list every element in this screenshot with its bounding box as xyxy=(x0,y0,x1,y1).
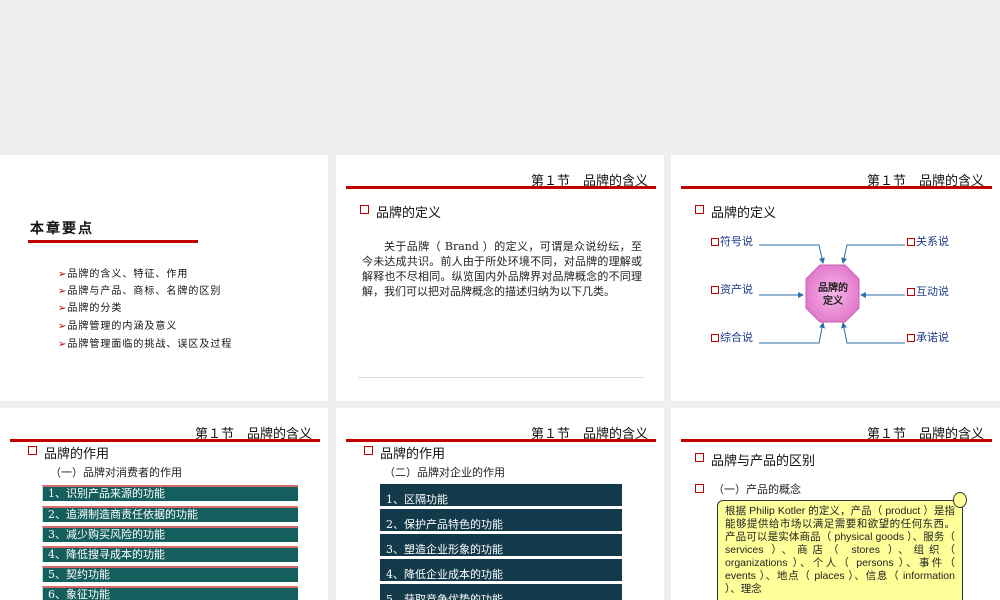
slide-brand-role-enterprise[interactable]: 第１节 品牌的含义 品牌的作用 （二）品牌对企业的作用 1、区隔功能 2、保护产… xyxy=(336,408,664,600)
definition-paragraph: 关于品牌（ Brand ）的定义，可谓是众说纷纭，至今未达成共识。前人由于所处环… xyxy=(362,240,642,298)
function-item: 5、获取竞争优势的功能 xyxy=(380,584,622,600)
bullet-item: ➢品牌管理面临的挑战、误区及过程 xyxy=(58,339,233,350)
section-heading: 品牌的定义 xyxy=(376,206,442,221)
arrow-icon: ➢ xyxy=(58,321,68,332)
product-definition-text: 根据 Philip Kotler 的定义，产品（ product ）是指能够提供… xyxy=(725,505,955,595)
definition-node: 资产说 xyxy=(711,281,753,297)
section-heading: 品牌的作用 xyxy=(380,447,446,462)
bullet-item: ➢品牌的分类 xyxy=(58,303,123,314)
section-heading: 品牌的作用 xyxy=(44,447,110,462)
footer-line xyxy=(358,377,644,378)
connector-arrow xyxy=(759,244,825,264)
slide-title: 本章要点 xyxy=(30,221,94,237)
scroll-curl-icon xyxy=(953,492,967,508)
center-label: 品牌的定义 xyxy=(818,283,848,307)
definition-node: 承诺说 xyxy=(907,329,949,345)
arrow-icon: ➢ xyxy=(58,339,68,350)
slide-brand-definition-text[interactable]: 第１节 品牌的含义 品牌的定义 关于品牌（ Brand ）的定义，可谓是众说纷纭… xyxy=(336,155,664,401)
connector-arrow xyxy=(841,322,905,344)
checkbox-bullet-icon xyxy=(360,205,369,214)
function-item: 4、降低搜寻成本的功能 xyxy=(42,546,298,562)
checkbox-icon xyxy=(711,238,719,246)
connector-arrow xyxy=(841,244,905,264)
definition-diagram-connectors xyxy=(759,244,905,344)
bullet-item: ➢品牌的含义、特征、作用 xyxy=(58,269,189,280)
checkbox-bullet-icon xyxy=(695,453,704,462)
function-item: 6、象征功能 xyxy=(42,586,298,600)
checkbox-icon xyxy=(711,334,719,342)
checkbox-icon xyxy=(711,286,719,294)
checkbox-icon xyxy=(907,334,915,342)
slide-chapter-key-points[interactable]: 本章要点 ➢品牌的含义、特征、作用 ➢品牌与产品、商标、名牌的区别 ➢品牌的分类… xyxy=(0,155,328,401)
definition-node: 符号说 xyxy=(711,233,753,249)
arrow-icon: ➢ xyxy=(58,303,68,314)
slide-brand-role-consumer[interactable]: 第１节 品牌的含义 品牌的作用 （一）品牌对消费者的作用 1、识别产品来源的功能… xyxy=(0,408,328,600)
function-item: 1、区隔功能 xyxy=(380,484,622,506)
function-item: 3、减少购买风险的功能 xyxy=(42,526,298,542)
bullet-item: ➢品牌管理的内涵及意义 xyxy=(58,321,178,332)
function-item: 3、塑造企业形象的功能 xyxy=(380,534,622,556)
checkbox-bullet-icon xyxy=(695,484,704,493)
checkbox-bullet-icon xyxy=(364,446,373,455)
header-rule xyxy=(10,439,320,442)
function-item: 4、降低企业成本的功能 xyxy=(380,559,622,581)
section-heading: 品牌与产品的区别 xyxy=(711,454,816,469)
arrow-icon: ➢ xyxy=(58,269,68,280)
connector-arrow xyxy=(759,322,825,344)
header-rule xyxy=(346,186,656,189)
subheading: （一）产品的概念 xyxy=(713,483,801,496)
subheading: （一）品牌对消费者的作用 xyxy=(50,466,182,479)
definition-node: 关系说 xyxy=(907,233,949,249)
function-item: 2、追溯制造商责任依据的功能 xyxy=(42,506,298,522)
checkbox-icon xyxy=(907,288,915,296)
slide-brand-definition-diagram[interactable]: 第１节 品牌的含义 品牌的定义 品牌的定义 符号说 资产说 综合说 关系说 互动… xyxy=(671,155,1000,401)
subheading: （二）品牌对企业的作用 xyxy=(384,466,505,479)
arrow-icon: ➢ xyxy=(58,286,68,297)
definition-node: 综合说 xyxy=(711,329,753,345)
header-rule xyxy=(346,439,656,442)
bullet-item: ➢品牌与产品、商标、名牌的区别 xyxy=(58,286,222,297)
function-item: 5、契约功能 xyxy=(42,566,298,582)
header-rule xyxy=(681,439,992,442)
slide-brand-vs-product[interactable]: 第１节 品牌的含义 品牌与产品的区别 （一）产品的概念 根据 Philip Ko… xyxy=(671,408,1000,600)
checkbox-icon xyxy=(907,238,915,246)
checkbox-bullet-icon xyxy=(28,446,37,455)
title-underline xyxy=(28,240,198,243)
function-item: 1、识别产品来源的功能 xyxy=(42,485,298,501)
function-item: 2、保护产品特色的功能 xyxy=(380,509,622,531)
definition-node: 互动说 xyxy=(907,283,949,299)
